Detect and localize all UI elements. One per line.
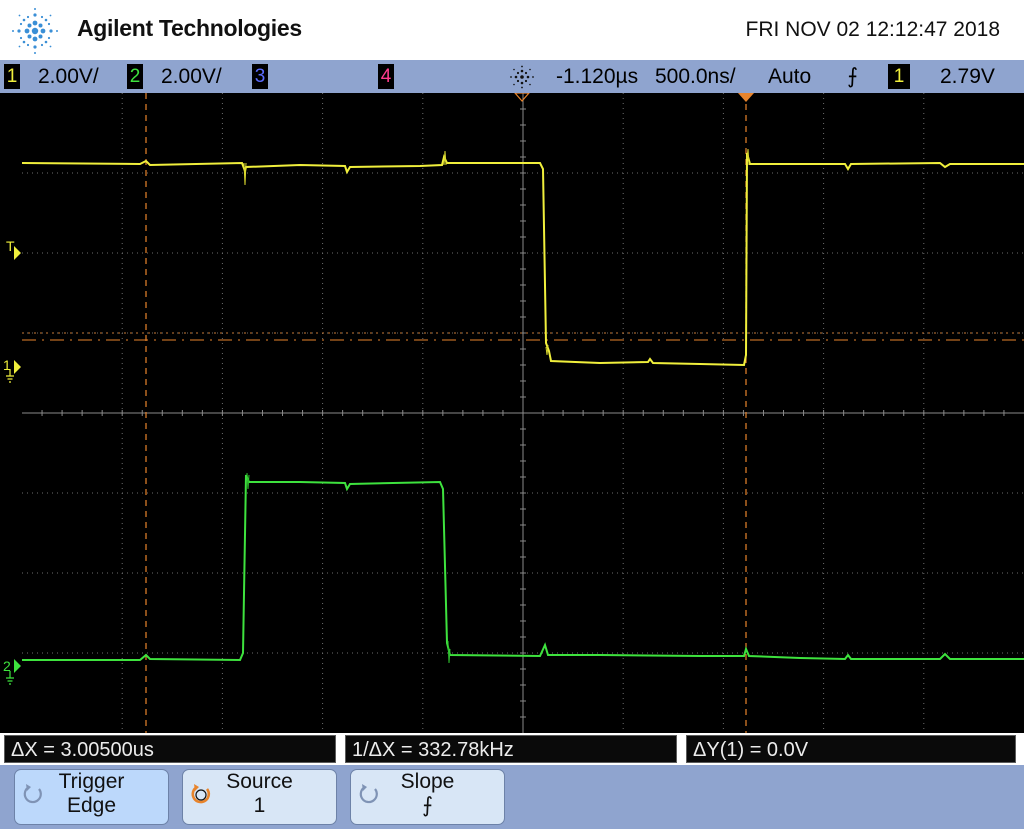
ch2-ground-marker[interactable]: 2 <box>3 658 21 685</box>
softkey-bar: Trigger Edge Source 1 Slope ⨍ <box>0 765 1024 829</box>
ch2-scale-indicator[interactable]: 2 2.00V/ <box>127 64 222 89</box>
agilent-logo-icon <box>12 8 58 54</box>
inverse-delta-x-readout: 1/ΔX = 332.78kHz <box>345 735 677 763</box>
ch1-ground-marker[interactable]: 1 <box>3 357 21 383</box>
graticule <box>22 93 1024 733</box>
slope-softkey[interactable]: Slope ⨍ <box>350 769 505 825</box>
rotate-knob-icon <box>23 784 42 804</box>
header: Agilent Technologies FRI NOV 02 12:12:47… <box>0 0 1024 60</box>
trigger-marker-label: T <box>6 238 15 254</box>
ch2-scale: 2.00V/ <box>161 65 222 88</box>
ch4-indicator[interactable]: 4 <box>378 64 398 89</box>
time-scale[interactable]: 500.0ns/ <box>655 64 736 89</box>
run-status-icon <box>510 65 534 89</box>
date-time: FRI NOV 02 12:12:47 2018 <box>745 18 1001 41</box>
rotate-knob-active-icon <box>191 784 211 804</box>
waveform-canvas: T 1 2 <box>3 93 1024 733</box>
ch1-ringing <box>243 148 750 356</box>
ch4-badge: 4 <box>378 64 394 89</box>
ch1-scale-indicator[interactable]: 1 2.00V/ <box>4 64 99 89</box>
trigger-level-marker[interactable]: T <box>6 238 21 260</box>
trigger-slope-icon: ⨍ <box>847 65 858 88</box>
ch2-badge: 2 <box>127 64 143 89</box>
rotate-knob-icon <box>359 784 378 804</box>
ch1-badge: 1 <box>4 64 20 89</box>
delta-y-readout: ΔY(1) = 0.0V <box>686 735 1016 763</box>
delta-x-readout: ΔX = 3.00500us <box>4 735 336 763</box>
ch3-badge: 3 <box>252 64 268 89</box>
status-bar: 1 2.00V/ 2 2.00V/ 3 4 -1.120µs 500.0ns/ Au… <box>0 60 1024 93</box>
trigger-source-indicator[interactable]: 1 <box>888 64 914 89</box>
source-softkey[interactable]: Source 1 <box>182 769 337 825</box>
ch2-ringing <box>246 472 451 664</box>
trigger-type-softkey[interactable]: Trigger Edge <box>14 769 169 825</box>
waveform-display[interactable]: T 1 2 <box>0 93 1024 733</box>
ch3-indicator[interactable]: 3 <box>252 64 272 89</box>
trigger-source-badge: 1 <box>888 64 910 89</box>
time-reference-marker-icon <box>514 93 530 102</box>
trigger-mode[interactable]: Auto <box>768 64 811 89</box>
trigger-level[interactable]: 2.79V <box>940 64 995 89</box>
ch1-scale: 2.00V/ <box>38 65 99 88</box>
brand-name: Agilent Technologies <box>77 15 302 41</box>
trigger-position-marker-icon[interactable] <box>738 93 754 102</box>
time-delay[interactable]: -1.120µs <box>556 64 638 89</box>
